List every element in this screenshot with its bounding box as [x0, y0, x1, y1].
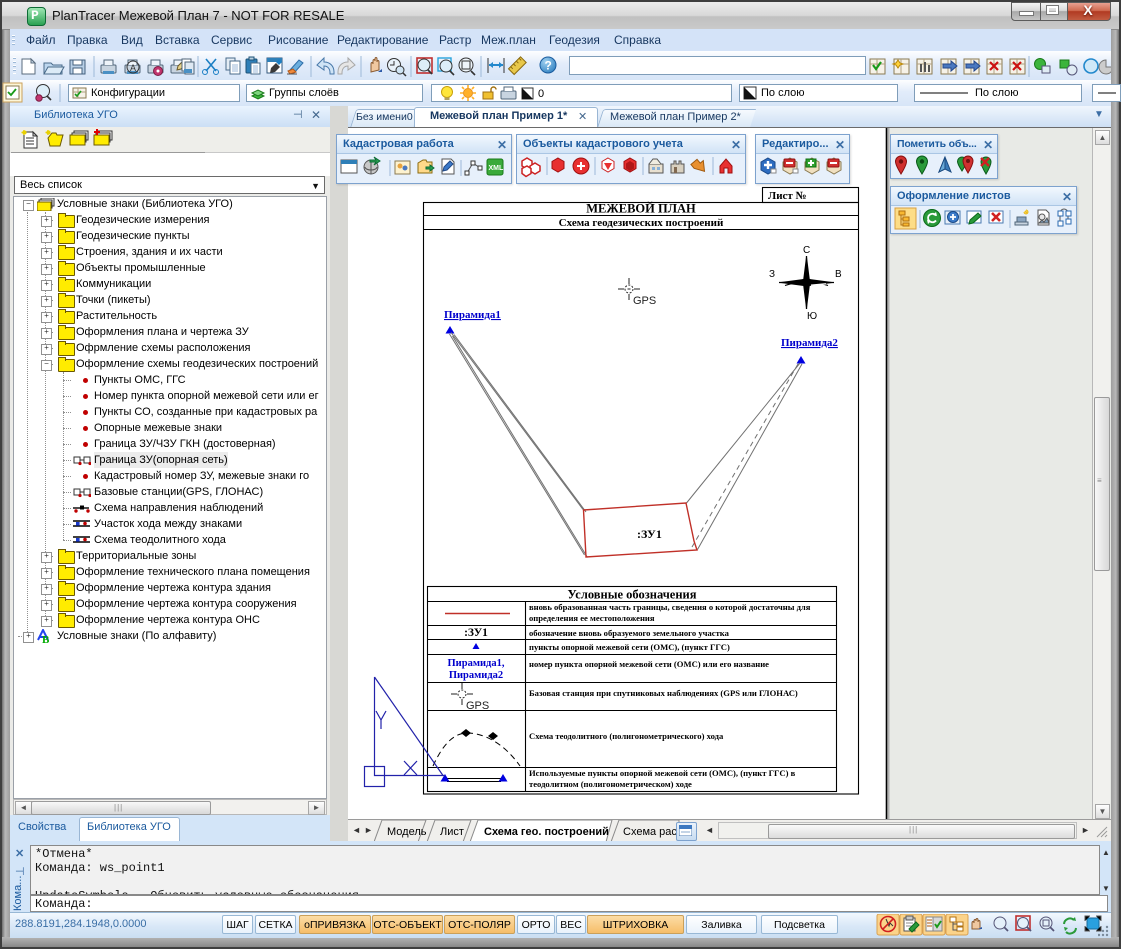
- svg-text:XML: XML: [489, 165, 505, 172]
- svg-text:GPS: GPS: [466, 700, 489, 712]
- svg-text:Пирамида1,: Пирамида1,: [448, 658, 505, 669]
- svg-text:?: ?: [545, 59, 552, 73]
- svg-text:номер пункта опорной межевой с: номер пункта опорной межевой сети (ОМС) …: [529, 659, 769, 669]
- svg-text:Лист: Лист: [440, 826, 464, 838]
- svg-text:Ю: Ю: [807, 311, 817, 322]
- svg-text:Схема геодезических построений: Схема геодезических построений: [559, 217, 724, 229]
- svg-text:определения ее местоположения: определения ее местоположения: [529, 613, 655, 623]
- svg-text::ЗУ1: :ЗУ1: [464, 627, 488, 639]
- svg-text:С: С: [803, 245, 810, 256]
- svg-text:Пирамида2: Пирамида2: [449, 670, 503, 681]
- svg-text:Условные обозначения: Условные обозначения: [567, 588, 696, 602]
- svg-text:Схема теодолитного (полигономе: Схема теодолитного (полигонометрического…: [529, 731, 724, 741]
- svg-text:З: З: [769, 269, 775, 280]
- svg-text:Пирамида1: Пирамида1: [444, 309, 501, 321]
- svg-text:обозначение вновь образуемого: обозначение вновь образуемого земельного…: [529, 628, 730, 638]
- svg-text:Схема рас: Схема рас: [623, 826, 677, 838]
- svg-text:МЕЖЕВОЙ ПЛАН: МЕЖЕВОЙ ПЛАН: [586, 202, 696, 216]
- svg-text:Пирамида2: Пирамида2: [781, 337, 838, 349]
- svg-text:Схема гео. построений: Схема гео. построений: [484, 826, 609, 838]
- svg-text:A: A: [130, 63, 136, 73]
- svg-text:теодолитном (полигонометрическ: теодолитном (полигонометрическом) ходе: [529, 779, 692, 789]
- svg-text:0: 0: [538, 88, 544, 100]
- svg-text:Базовая станция при спутниковы: Базовая станция при спутниковых наблюден…: [529, 688, 798, 698]
- svg-text:вновь образованная часть грани: вновь образованная часть границы, сведен…: [529, 602, 811, 612]
- svg-text:В: В: [835, 269, 842, 280]
- svg-text:B: B: [42, 634, 50, 644]
- svg-text:Лист №: Лист №: [768, 190, 807, 202]
- svg-text:Используемые пункты опорной ме: Используемые пункты опорной межевой сети…: [529, 768, 796, 778]
- svg-text:GPS: GPS: [633, 295, 656, 307]
- svg-text:Модель: Модель: [387, 826, 427, 838]
- svg-text:пункты опорной межевой сети (О: пункты опорной межевой сети (ОМС), (пунк…: [529, 642, 730, 652]
- svg-text::ЗУ1: :ЗУ1: [637, 527, 662, 541]
